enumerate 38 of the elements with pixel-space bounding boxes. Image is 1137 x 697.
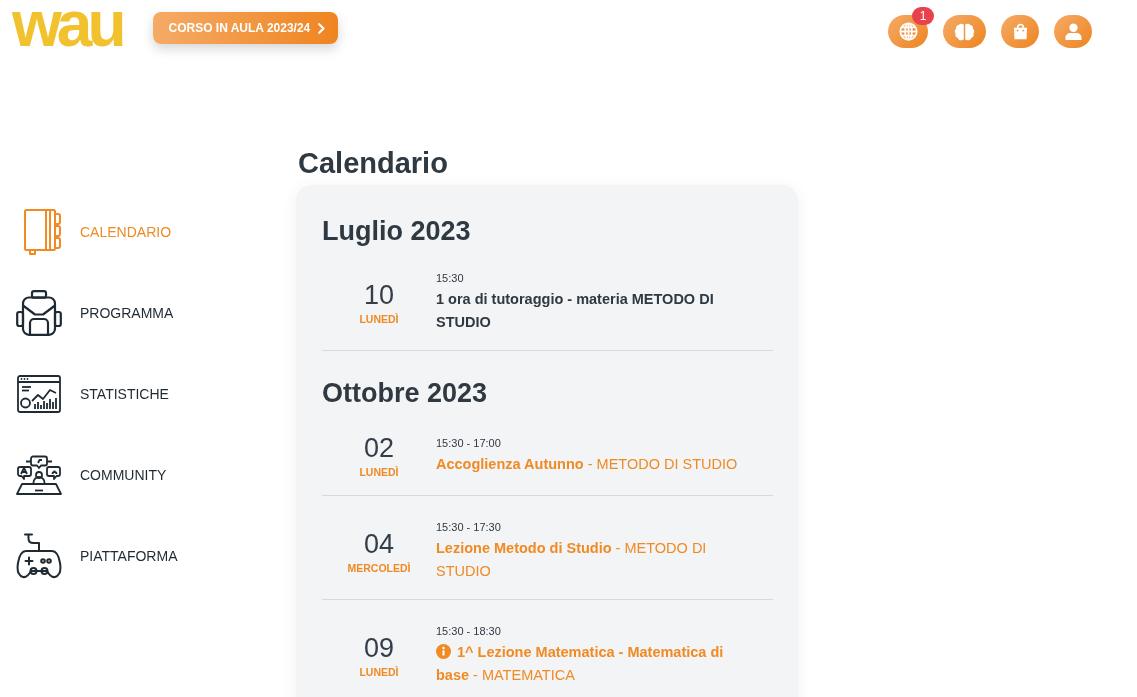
backpack-icon [16,290,62,336]
sidebar-item[interactable]: COMMUNITY [16,451,167,499]
weekday-label: MERCOLEDÌ [347,561,411,575]
event-time: 15:30 [436,271,465,285]
event-title: 1 ora di tutoraggio - materia METODO DI STUDIO [436,291,714,330]
gamepad-icon [16,533,62,579]
logo: wau [12,2,122,46]
event-title: Accoglienza Autunno - METODO DI STUDIO [436,456,738,472]
event-time: 15:30 - 18:30 [436,624,502,638]
chart-screen-icon [17,375,61,413]
notification-badge: 1 [912,7,934,25]
day-number: 09 [363,632,394,663]
user-icon [1064,23,1082,40]
weekday-label: LUNEDÌ [359,665,399,679]
weekday-label: LUNEDÌ [359,466,399,479]
laptop-chat-icon [16,455,62,495]
event-time: 15:30 - 17:00 [436,436,502,450]
day-number: 04 [363,528,394,559]
profile-button[interactable] [1054,15,1092,48]
event-title: Lezione Metodo di Studio - METODO DI STUDIO [436,540,707,579]
month-title: Luglio 2023 [322,215,472,247]
chevron-right-icon [318,22,326,34]
sidebar-item[interactable]: STATISTICHE [16,370,169,418]
weekday-label: LUNEDÌ [359,312,399,326]
brain-icon [954,22,975,41]
bag-button[interactable] [1001,15,1039,48]
shopping-bag-icon [1012,23,1028,40]
event-title: 1^ Lezione Matematica - Matematica di base - MATEMATICA [436,644,724,683]
brain-button[interactable] [943,15,986,48]
day-number: 10 [363,279,394,310]
page-title: Calendario [298,146,449,180]
globe-icon [898,22,918,41]
day-number: 02 [363,433,394,463]
month-title: Ottobre 2023 [322,377,489,409]
event-time: 15:30 - 17:30 [436,520,502,534]
sidebar-item[interactable]: PROGRAMMA [16,289,174,337]
notebook-icon [24,209,62,255]
sidebar-item[interactable]: PIATTAFORMA [16,532,178,580]
